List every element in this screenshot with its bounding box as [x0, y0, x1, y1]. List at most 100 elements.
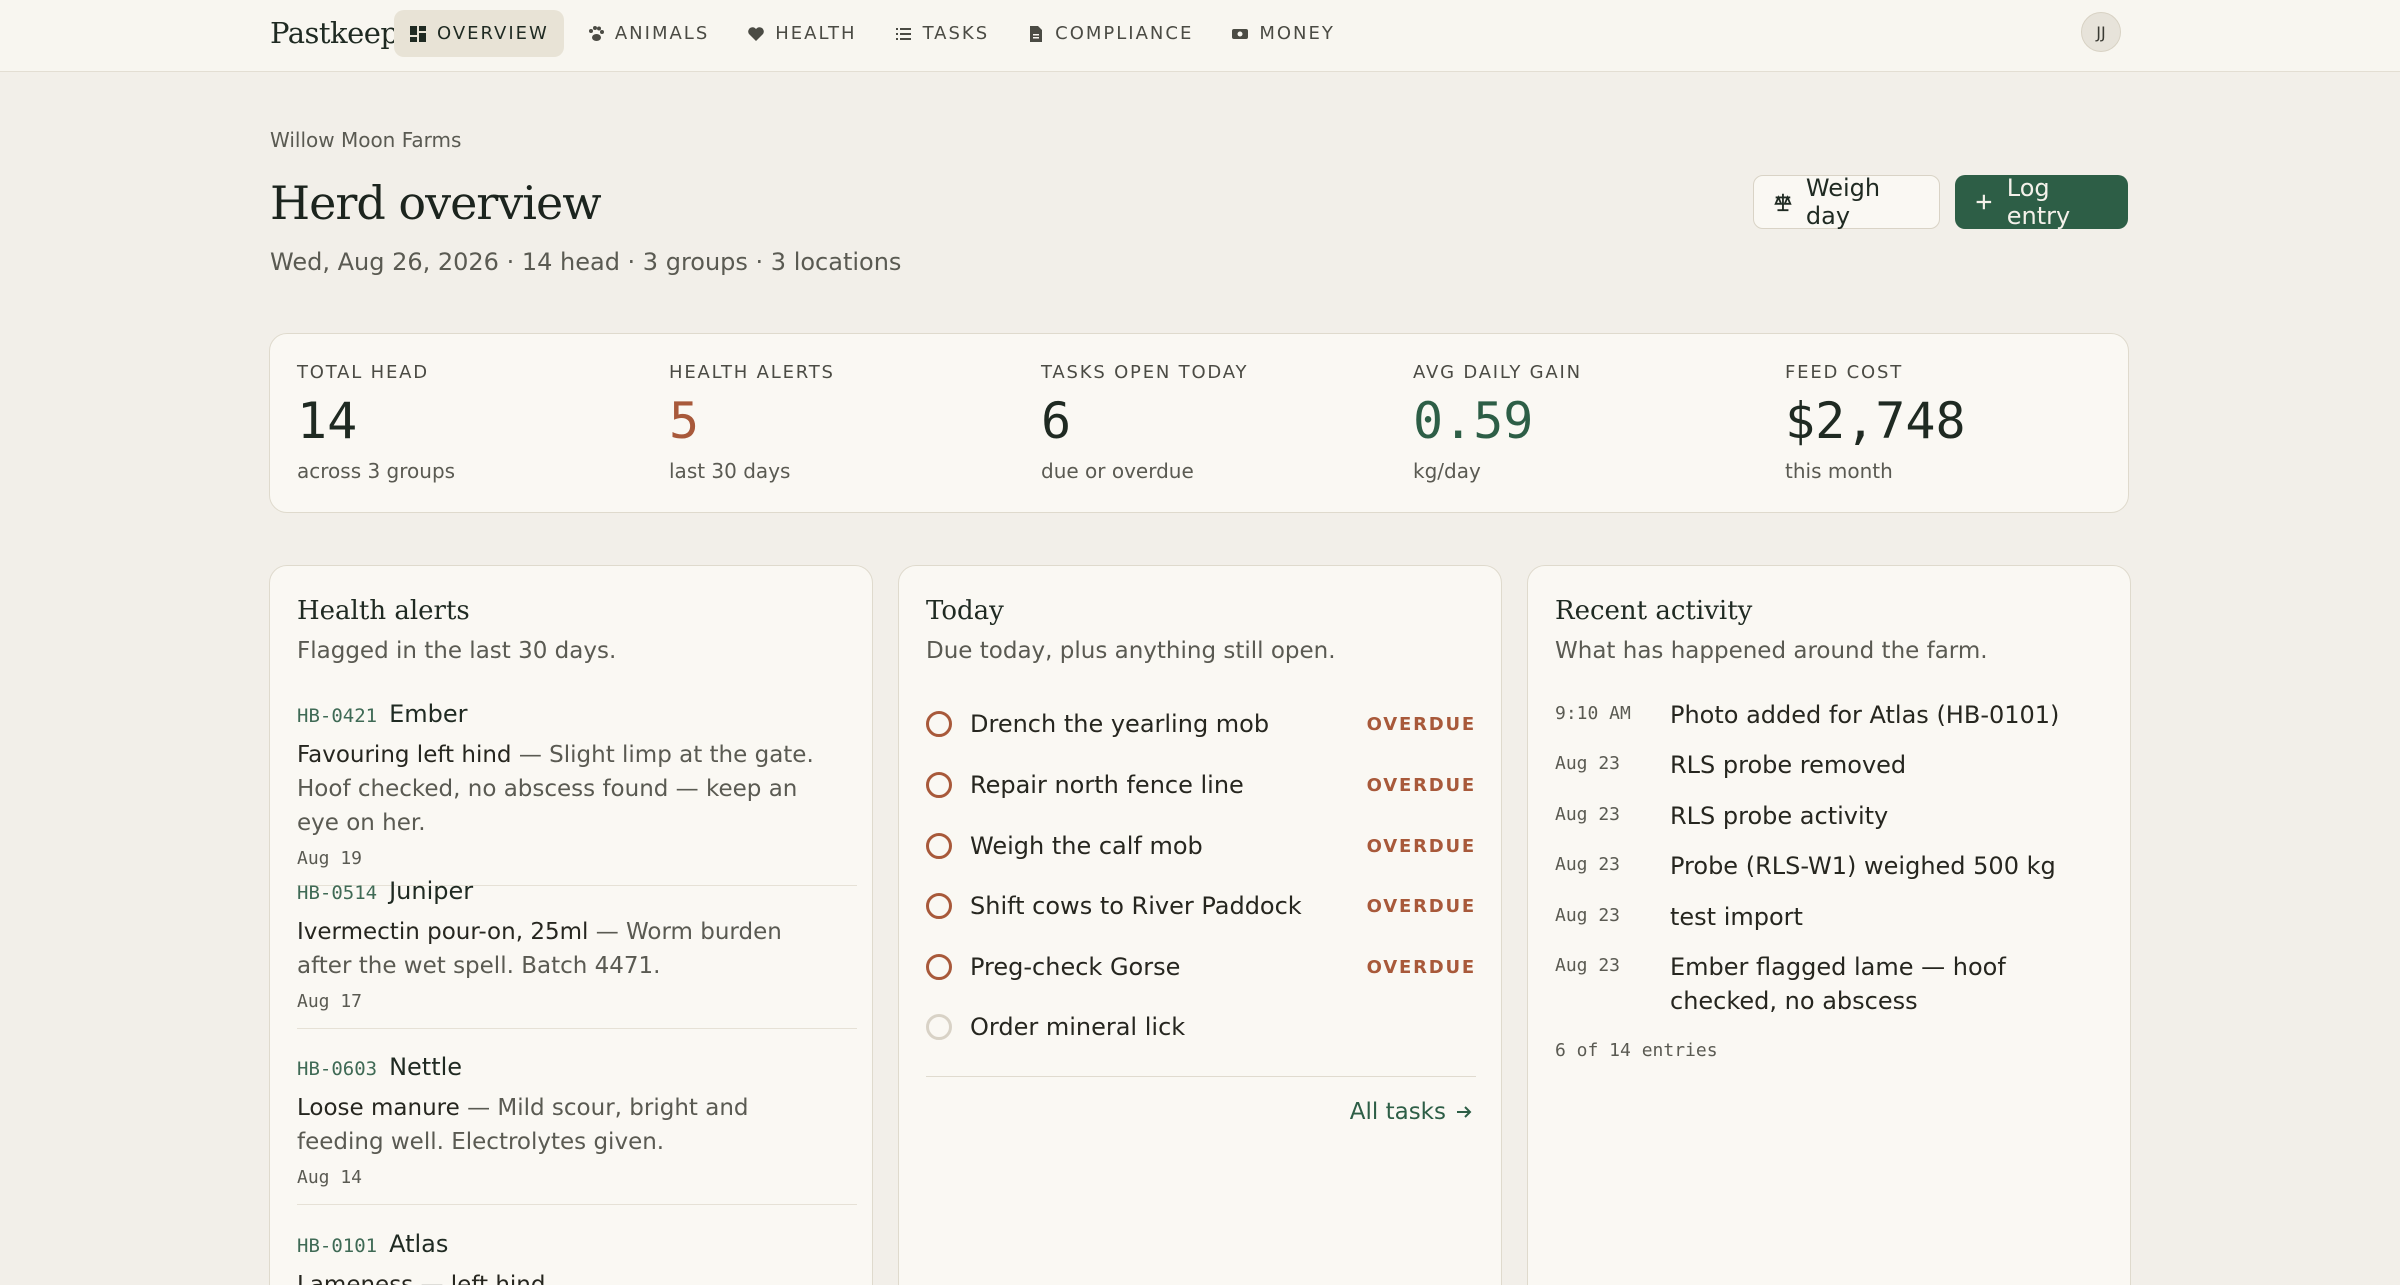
entries-count: 6 of 14 entries: [1555, 1040, 1718, 1061]
nav-item-health[interactable]: HEALTH: [732, 10, 871, 57]
stat-label: TOTAL HEAD: [297, 362, 429, 383]
activity-time: Aug 23: [1555, 854, 1621, 875]
nav-label: COMPLIANCE: [1055, 23, 1194, 44]
alert-item[interactable]: HB-0603 Nettle Loose manure — Mild scour…: [297, 1053, 857, 1205]
divider: [926, 1076, 1476, 1077]
today-panel: Today Due today, plus anything still ope…: [898, 565, 1502, 1285]
panel-subtitle: Due today, plus anything still open.: [926, 638, 1336, 664]
stat-value: 0.59: [1413, 392, 1534, 450]
alert-issue: Favouring left hind: [297, 742, 512, 768]
paw-icon: [588, 25, 604, 41]
task-item[interactable]: Order mineral lick: [926, 1007, 1476, 1047]
activity-text: test import: [1670, 903, 1803, 931]
activity-item: 9:10 AM Photo added for Atlas (HB-0101): [1555, 698, 2115, 732]
activity-time: Aug 23: [1555, 753, 1621, 774]
alert-animal-name[interactable]: Juniper: [389, 877, 473, 905]
recent-activity-panel: Recent activity What has happened around…: [1527, 565, 2131, 1285]
task-item[interactable]: Repair north fence line OVERDUE: [926, 765, 1476, 805]
alert-date: Aug 14: [297, 1167, 363, 1188]
task-checkbox[interactable]: [926, 833, 952, 859]
alert-issue: Ivermectin pour-on, 25ml: [297, 919, 589, 945]
task-label[interactable]: Preg-check Gorse: [970, 953, 1367, 981]
task-checkbox[interactable]: [926, 711, 952, 737]
stat-feed-cost: FEED COST $2,748 this month: [1785, 362, 1966, 483]
all-tasks-link[interactable]: All tasks: [1350, 1099, 1474, 1125]
task-item[interactable]: Preg-check Gorse OVERDUE: [926, 947, 1476, 987]
alert-tag-id[interactable]: HB-0603: [297, 1058, 377, 1080]
alert-item[interactable]: HB-0514 Juniper Ivermectin pour-on, 25ml…: [297, 877, 857, 1029]
task-status-badge: OVERDUE: [1366, 835, 1476, 857]
stat-sub: due or overdue: [1041, 459, 1194, 483]
task-status-badge: OVERDUE: [1366, 956, 1476, 978]
nav-items: OVERVIEW ANIMALS HEALTH TASKS COMPLIANCE…: [394, 10, 1350, 57]
stat-label: FEED COST: [1785, 362, 1904, 383]
stat-total-head: TOTAL HEAD 14 across 3 groups: [297, 362, 455, 483]
all-tasks-label: All tasks: [1349, 1099, 1446, 1125]
alert-tag-id[interactable]: HB-0421: [297, 705, 377, 727]
task-item[interactable]: Drench the yearling mob OVERDUE: [926, 704, 1476, 744]
alert-date: Aug 17: [297, 991, 363, 1012]
activity-item: Aug 23 test import: [1555, 900, 2115, 934]
activity-text: RLS probe removed: [1670, 751, 1907, 779]
task-label[interactable]: Order mineral lick: [970, 1013, 1476, 1041]
alert-tag-id[interactable]: HB-0514: [297, 882, 377, 904]
activity-text: Ember flagged lame — hoof checked, no ab…: [1670, 953, 2006, 1015]
nav-label: HEALTH: [775, 23, 857, 44]
activity-time: Aug 23: [1555, 804, 1621, 825]
alert-item[interactable]: HB-0101 Atlas Lameness — left hind: [297, 1230, 857, 1285]
alert-text: Loose manure — Mild scour, bright and fe…: [297, 1091, 837, 1159]
page-title: Herd overview: [270, 176, 602, 230]
brand-logo[interactable]: Pastkeep: [270, 16, 399, 50]
stat-sub: this month: [1785, 459, 1893, 483]
nav-item-overview[interactable]: OVERVIEW: [394, 10, 564, 57]
task-label[interactable]: Shift cows to River Paddock: [970, 892, 1367, 920]
nav-item-animals[interactable]: ANIMALS: [572, 10, 724, 57]
task-item[interactable]: Weigh the calf mob OVERDUE: [926, 826, 1476, 866]
user-avatar[interactable]: JJ: [2081, 12, 2121, 52]
alert-animal-name[interactable]: Nettle: [389, 1053, 462, 1081]
log-entry-button[interactable]: Log entry: [1955, 174, 2128, 230]
activity-text: Photo added for Atlas (HB-0101): [1670, 701, 2060, 729]
task-item[interactable]: Shift cows to River Paddock OVERDUE: [926, 886, 1476, 926]
farm-name: Willow Moon Farms: [270, 128, 462, 152]
task-label[interactable]: Repair north fence line: [970, 771, 1367, 799]
task-label[interactable]: Drench the yearling mob: [970, 710, 1367, 738]
task-checkbox[interactable]: [926, 1014, 952, 1040]
task-status-badge: OVERDUE: [1366, 713, 1476, 735]
heart-icon: [748, 26, 765, 41]
money-icon: [1232, 28, 1249, 39]
alert-animal-name[interactable]: Ember: [389, 700, 467, 728]
alert-item[interactable]: HB-0421 Ember Favouring left hind — Slig…: [297, 700, 857, 886]
document-icon: [1030, 25, 1043, 42]
weigh-day-button[interactable]: Weigh day: [1753, 174, 1940, 230]
task-checkbox[interactable]: [926, 954, 952, 980]
stat-value: 14: [297, 392, 358, 450]
task-status-badge: OVERDUE: [1366, 774, 1476, 796]
activity-item: Aug 23 Ember flagged lame — hoof checked…: [1555, 950, 2115, 1018]
scale-icon: [1774, 193, 1792, 212]
alert-tag-id[interactable]: HB-0101: [297, 1235, 377, 1257]
plus-icon: [1976, 194, 1992, 210]
stat-label: HEALTH ALERTS: [669, 362, 835, 383]
arrow-right-icon: [1457, 1106, 1472, 1118]
stat-avg-daily-gain: AVG DAILY GAIN 0.59 kg/day: [1413, 362, 1582, 483]
nav-item-money[interactable]: MONEY: [1216, 10, 1350, 57]
stat-label: TASKS OPEN TODAY: [1041, 362, 1249, 383]
top-nav: Pastkeep OVERVIEW ANIMALS HEALTH TASKS C…: [0, 0, 2400, 72]
alert-text: Ivermectin pour-on, 25ml — Worm burden a…: [297, 915, 837, 983]
task-checkbox[interactable]: [926, 893, 952, 919]
activity-time: Aug 23: [1555, 905, 1621, 926]
activity-text: Probe (RLS-W1) weighed 500 kg: [1670, 852, 2056, 880]
page-meta: Wed, Aug 26, 2026 · 14 head · 3 groups ·…: [270, 248, 902, 276]
nav-label: ANIMALS: [614, 23, 710, 44]
task-checkbox[interactable]: [926, 772, 952, 798]
weigh-day-label: Weigh day: [1805, 174, 1881, 230]
nav-item-compliance[interactable]: COMPLIANCE: [1012, 10, 1208, 57]
activity-time: Aug 23: [1555, 955, 1621, 976]
panel-title: Recent activity: [1555, 596, 1753, 626]
task-label[interactable]: Weigh the calf mob: [970, 832, 1367, 860]
alert-animal-name[interactable]: Atlas: [389, 1230, 448, 1258]
nav-item-tasks[interactable]: TASKS: [880, 10, 1005, 57]
activity-time: 9:10 AM: [1555, 703, 1631, 724]
activity-item: Aug 23 Probe (RLS-W1) weighed 500 kg: [1555, 849, 2115, 883]
